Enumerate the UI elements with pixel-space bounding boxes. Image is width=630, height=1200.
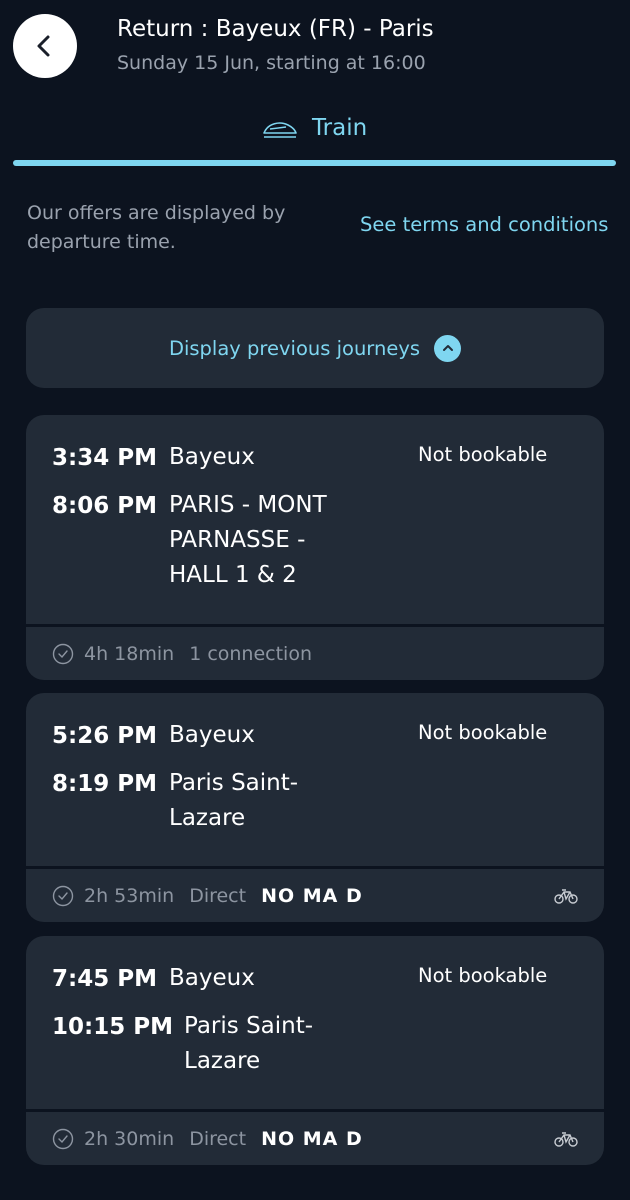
- clock-icon: [52, 885, 74, 906]
- journey-connections: 1 connection: [189, 642, 313, 665]
- arrival-time: 8:06 PM: [52, 493, 157, 519]
- booking-status: Not bookable: [418, 443, 548, 466]
- journey-card[interactable]: 7:45 PM Bayeux 10:15 PM Paris Saint-Laza…: [26, 936, 604, 1165]
- tab-indicator: [13, 160, 616, 166]
- journey-duration: 4h 18min: [84, 642, 175, 665]
- terms-link[interactable]: See terms and conditions: [360, 213, 608, 236]
- nomad-logo: NO MA D: [261, 884, 363, 907]
- journey-footer: 2h 30min Direct NO MA D: [26, 1109, 604, 1165]
- journey-card[interactable]: 5:26 PM Bayeux 8:19 PM Paris Saint-Lazar…: [26, 693, 604, 922]
- clock-icon: [52, 1128, 74, 1149]
- tab-train[interactable]: Train: [262, 112, 367, 144]
- departure-station: Bayeux: [169, 722, 255, 748]
- arrival-time: 8:19 PM: [52, 771, 157, 797]
- sort-info: Our offers are displayed by departure ti…: [27, 202, 286, 253]
- departure-time: 3:34 PM: [52, 445, 157, 471]
- arrival-time: 10:15 PM: [52, 1014, 173, 1040]
- bike-icon: [554, 1131, 578, 1147]
- journey-card[interactable]: 3:34 PM Bayeux 8:06 PM PARIS - MONT PARN…: [26, 415, 604, 680]
- booking-status: Not bookable: [418, 721, 548, 744]
- journey-duration: 2h 53min: [84, 884, 175, 907]
- page-subtitle: Sunday 15 Jun, starting at 16:00: [117, 52, 426, 74]
- chevron-left-icon: [37, 35, 50, 57]
- journey-duration: 2h 30min: [84, 1127, 175, 1150]
- bike-icon: [554, 888, 578, 904]
- chevron-up-icon: [434, 334, 462, 362]
- journey-connections: Direct: [189, 884, 247, 907]
- journey-footer: 2h 53min Direct NO MA D: [26, 866, 604, 922]
- booking-status: Not bookable: [418, 964, 548, 987]
- back-button[interactable]: [13, 14, 77, 78]
- tab-label: Train: [312, 115, 368, 141]
- nomad-logo: NO MA D: [261, 1127, 363, 1150]
- journey-footer: 4h 18min 1 connection: [26, 624, 604, 680]
- header: Return : Bayeux (FR) - Paris Sunday 15 J…: [0, 0, 630, 100]
- clock-icon: [52, 643, 74, 664]
- departure-station: Bayeux: [169, 444, 255, 470]
- departure-time: 5:26 PM: [52, 723, 157, 749]
- page-title: Return : Bayeux (FR) - Paris: [117, 16, 434, 42]
- display-previous-journeys-button[interactable]: Display previous journeys: [26, 308, 604, 388]
- arrival-station: Paris Saint-Lazare: [169, 770, 299, 831]
- journey-connections: Direct: [189, 1127, 247, 1150]
- train-icon: [263, 122, 297, 138]
- previous-journeys-label: Display previous journeys: [168, 336, 421, 360]
- arrival-station: Paris Saint-Lazare: [184, 1013, 314, 1074]
- arrival-station: PARIS - MONT PARNASSE - HALL 1 & 2: [169, 492, 327, 588]
- departure-time: 7:45 PM: [52, 966, 157, 992]
- departure-station: Bayeux: [169, 965, 255, 991]
